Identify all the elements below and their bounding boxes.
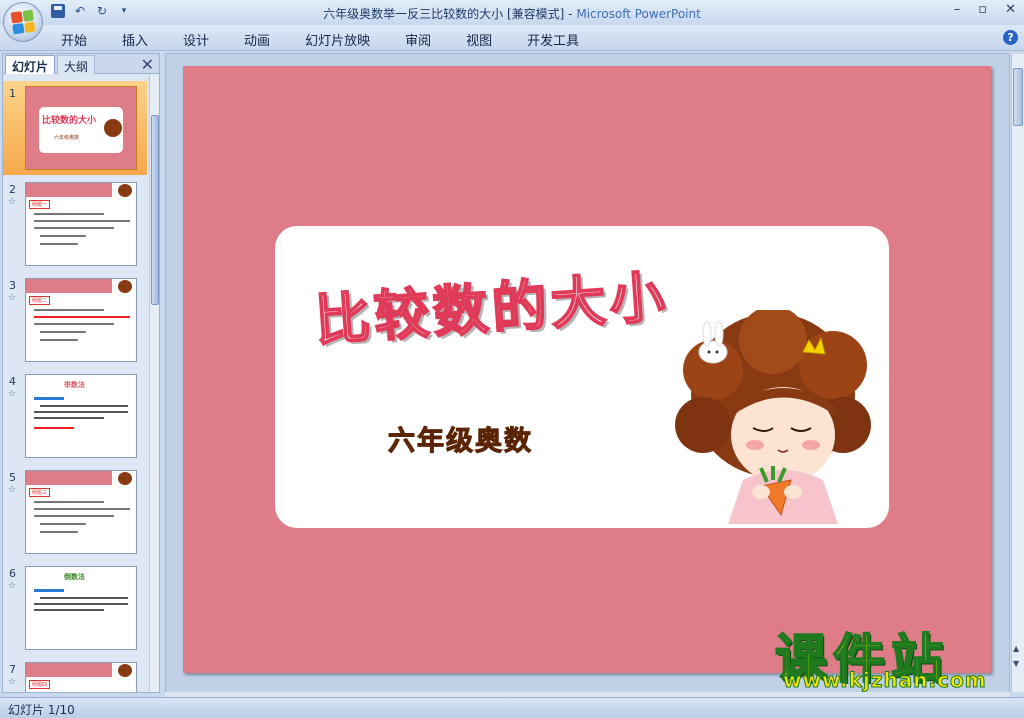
ribbon-tab[interactable]: 动画 (233, 30, 281, 49)
slide-thumbnail-image: 例题四 (25, 662, 137, 692)
slide-thumbnail[interactable]: 4 ☆ 举数法 (3, 369, 147, 463)
watermark: 课件站 www.kjzhan.com (774, 617, 1010, 697)
slide-thumbnail[interactable]: 2 ☆ 例题一 (3, 177, 147, 271)
title-card: 比较数的大小 六年级奥数 (275, 226, 889, 528)
office-button[interactable] (3, 2, 43, 42)
help-icon[interactable]: ? (1003, 30, 1018, 45)
slide-thumbnail-image: 比较数的大小六年级奥数 (25, 86, 137, 170)
thumbnail-title: 比较数的大小 (42, 116, 97, 126)
ribbon-tab[interactable]: 开发工具 (516, 30, 590, 49)
status-bar: 幻灯片 1/10 (0, 697, 1024, 718)
slide-number: 7 (9, 663, 16, 676)
slides-panel: 幻灯片 大纲 ✕ 1 比较数的大小 六年级奥数 2 ☆ 例题一 3 ☆ 例题二 4 ☆ 举数法 5 ☆ 例题… (2, 53, 160, 693)
tab-outline[interactable]: 大纲 (57, 55, 96, 74)
ribbon-tab[interactable]: 视图 (455, 30, 503, 49)
thumbnail-heading: 例题一 (29, 200, 51, 209)
panel-close-icon[interactable]: ✕ (141, 55, 154, 74)
slide-thumbnail-image: 例题二 (25, 278, 137, 362)
watermark-url: www.kjzhan.com (783, 668, 987, 693)
previous-slide-icon[interactable]: ▲ (1013, 644, 1019, 653)
animation-star-icon: ☆ (8, 581, 17, 591)
animation-star-icon: ☆ (8, 389, 17, 399)
main-scrollbar-thumb[interactable] (1013, 68, 1023, 126)
app-name: Microsoft PowerPoint (576, 7, 701, 21)
main-vertical-scrollbar[interactable]: ▲ ▼ (1011, 54, 1024, 692)
ribbon-tab[interactable]: 插入 (111, 30, 159, 49)
slide-title[interactable]: 比较数的大小 (312, 251, 672, 356)
thumbnail-heading: 例题四 (29, 680, 51, 689)
cartoon-girl-illustration (675, 310, 871, 524)
ribbon-tab[interactable]: 审阅 (394, 30, 442, 49)
window-controls: – ▫ ✕ (954, 2, 1016, 17)
slide-number: 3 (9, 279, 16, 292)
slide-thumbnail[interactable]: 7 ☆ 例题四 (3, 657, 147, 692)
next-slide-icon[interactable]: ▼ (1013, 659, 1019, 668)
title-separator: - (564, 7, 577, 21)
animation-star-icon: ☆ (8, 485, 17, 495)
ribbon-tabs: 开始 插入 设计 动画 幻灯片放映 审阅 视图 开发工具 (50, 30, 603, 49)
slide-thumbnail[interactable]: 5 ☆ 例题三 (3, 465, 147, 559)
document-title: 六年级奥数举一反三比较数的大小 [兼容模式] (323, 7, 565, 21)
maximize-icon[interactable]: ▫ (978, 2, 987, 17)
animation-star-icon: ☆ (8, 197, 17, 207)
minimize-icon[interactable]: – (954, 2, 961, 17)
current-slide[interactable]: 比较数的大小 六年级奥数 (183, 66, 991, 673)
slide-thumbnail[interactable]: 6 ☆ 倒数法 (3, 561, 147, 655)
title-bar: ↶ ↻ ▾ 六年级奥数举一反三比较数的大小 [兼容模式] - Microsoft… (0, 0, 1024, 25)
slide-number: 6 (9, 567, 16, 580)
thumbnail-heading: 例题二 (29, 296, 51, 305)
ribbon-tab[interactable]: 幻灯片放映 (294, 30, 381, 49)
panel-tab-strip: 幻灯片 大纲 ✕ (3, 54, 159, 74)
slide-thumbnail-image: 倒数法 (25, 566, 137, 650)
ribbon-tab-bar: 开始 插入 设计 动画 幻灯片放映 审阅 视图 开发工具 ? (0, 25, 1024, 51)
slide-number: 2 (9, 183, 16, 196)
slide-thumbnail[interactable]: 3 ☆ 例题二 (3, 273, 147, 367)
office-logo-icon (10, 9, 36, 35)
slide-number: 1 (9, 87, 16, 100)
slide-thumbnail-image: 例题一 (25, 182, 137, 266)
ribbon-tab[interactable]: 开始 (50, 30, 98, 49)
slide-editing-area: 比较数的大小 六年级奥数 (165, 53, 1010, 693)
slide-thumbnail[interactable]: 1 比较数的大小六年级奥数 (3, 81, 147, 175)
thumbnail-heading: 举数法 (64, 381, 85, 389)
animation-star-icon: ☆ (8, 293, 17, 303)
animation-star-icon: ☆ (8, 677, 17, 687)
panel-scrollbar-thumb[interactable] (151, 115, 159, 305)
window-title: 六年级奥数举一反三比较数的大小 [兼容模式] - Microsoft Power… (0, 5, 1024, 22)
slide-thumbnail-image: 例题三 (25, 470, 137, 554)
thumbnail-subtitle: 六年级奥数 (54, 135, 80, 141)
slide-number: 5 (9, 471, 16, 484)
slide-counter: 幻灯片 1/10 (8, 703, 75, 717)
ribbon-tab[interactable]: 设计 (172, 30, 220, 49)
close-icon[interactable]: ✕ (1005, 2, 1016, 17)
panel-scrollbar[interactable] (149, 75, 159, 692)
thumbnail-heading: 倒数法 (64, 573, 85, 581)
slide-number: 4 (9, 375, 16, 388)
tab-slides[interactable]: 幻灯片 (5, 55, 56, 74)
slide-subtitle[interactable]: 六年级奥数 (388, 419, 533, 458)
slide-thumbnail-list: 1 比较数的大小 六年级奥数 2 ☆ 例题一 3 ☆ 例题二 4 ☆ 举数法 5 ☆ 例题三 6 ☆ 倒数法 7 ☆ 例… (3, 75, 147, 692)
slide-thumbnail-image: 举数法 (25, 374, 137, 458)
thumbnail-heading: 例题三 (29, 488, 51, 497)
